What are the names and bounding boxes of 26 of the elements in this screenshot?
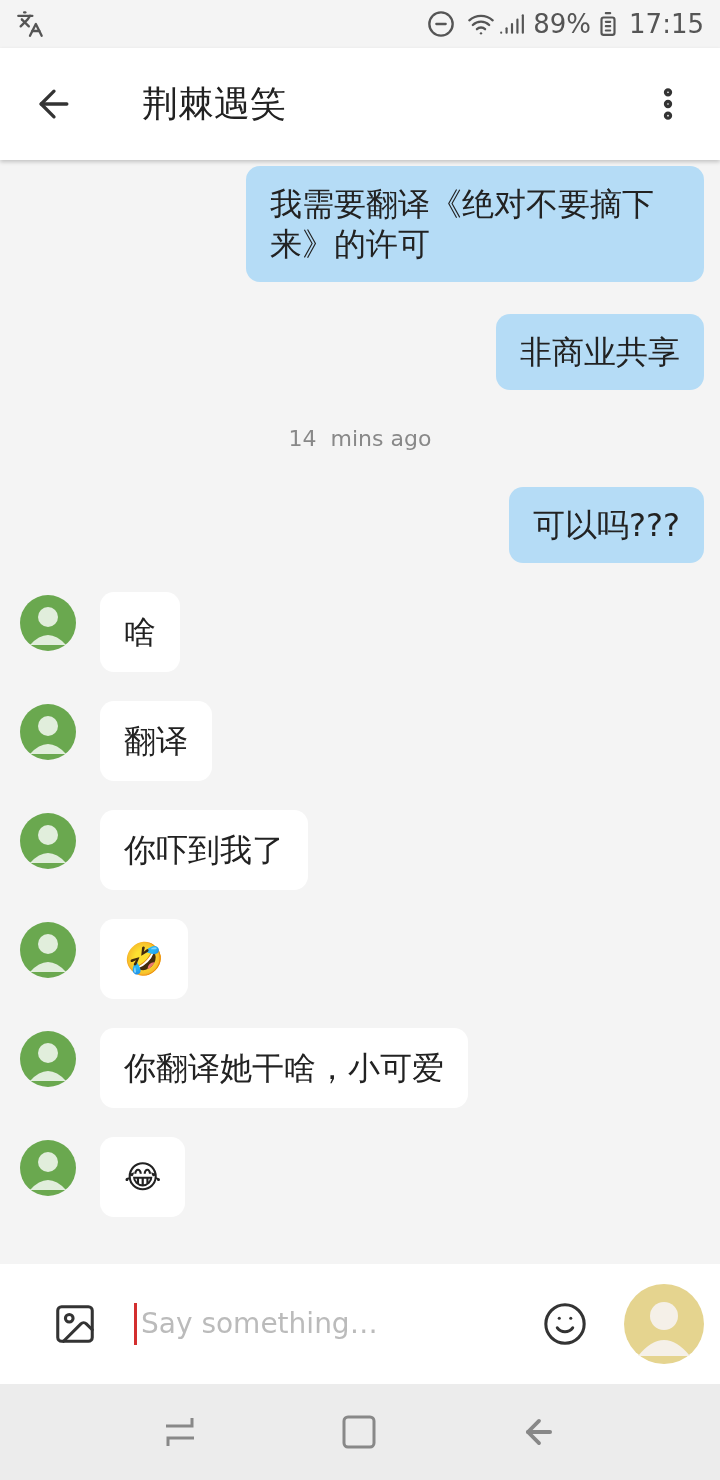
message-bubble: 😂 <box>100 1137 186 1217</box>
message-bubble: 你吓到我了 <box>100 810 308 890</box>
avatar-icon <box>20 704 76 760</box>
message-bubble: 可以吗??? <box>509 487 704 563</box>
avatar-icon <box>20 1140 76 1196</box>
clock: 17:15 <box>629 7 704 41</box>
translate-icon <box>16 10 44 38</box>
home-icon[interactable] <box>341 1414 377 1450</box>
message-bubble: 翻译 <box>100 701 212 781</box>
message-bubble: 啥 <box>100 592 180 672</box>
smiley-icon[interactable] <box>542 1301 588 1347</box>
message-bubble: 🤣 <box>100 919 188 999</box>
signal-icon <box>499 11 526 37</box>
do-not-disturb-icon <box>427 10 456 38</box>
message-bubble: 非商业共享 <box>496 314 704 390</box>
timestamp: 14 mins ago <box>288 425 432 453</box>
avatar-icon <box>20 595 76 651</box>
chat-title: 荆棘遇笑 <box>142 82 287 126</box>
battery-percent: 89% <box>533 7 592 41</box>
avatar-icon <box>624 1284 704 1364</box>
message-input[interactable]: Say something… <box>134 1303 506 1345</box>
message-bubble: 你翻译她干啥，小可爱 <box>100 1028 468 1108</box>
avatar-icon <box>20 813 76 869</box>
avatar-icon <box>20 922 76 978</box>
avatar-icon <box>20 1031 76 1087</box>
message-bubble: 我需要翻译《绝对不要摘下来》的许可 <box>246 166 704 282</box>
